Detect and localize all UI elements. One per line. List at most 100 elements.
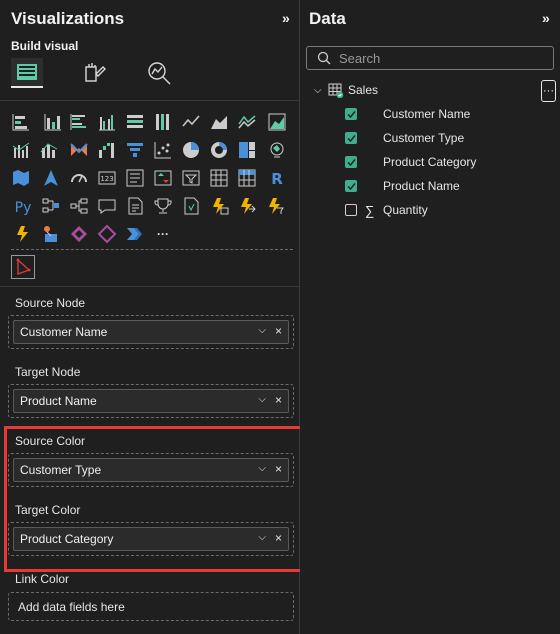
search-icon — [317, 51, 331, 70]
build-visual-label: Build visual — [11, 39, 79, 53]
sigma-icon: ∑ — [365, 202, 375, 218]
remove-field-icon[interactable]: × — [275, 324, 282, 338]
field-label: Quantity — [383, 203, 428, 217]
pie-chart-icon[interactable] — [179, 138, 203, 162]
field-checkbox[interactable] — [345, 204, 357, 216]
arcgis-map-icon[interactable] — [39, 222, 63, 246]
qa-visual-icon[interactable] — [95, 194, 119, 218]
collapse-data-button[interactable]: » — [542, 10, 550, 26]
clustered-bar-chart-icon[interactable] — [67, 110, 91, 134]
target-node-well[interactable]: Product Name ⌵ × — [8, 384, 294, 418]
decomposition-tree-icon[interactable] — [67, 194, 91, 218]
funnel-chart-icon[interactable] — [123, 138, 147, 162]
slicer-icon[interactable] — [179, 166, 203, 190]
chevron-down-icon[interactable]: ⌵ — [258, 325, 266, 336]
power-automate-icon[interactable] — [235, 194, 259, 218]
analytics-icon[interactable] — [143, 58, 175, 88]
power-automate-flow-icon[interactable] — [123, 222, 147, 246]
stacked-column-chart-icon[interactable] — [41, 110, 65, 134]
card-icon[interactable]: 123 — [95, 166, 119, 190]
table-more-options-button[interactable]: ··· — [541, 80, 556, 102]
filled-map-icon[interactable] — [9, 166, 33, 190]
line-chart-icon[interactable] — [179, 110, 203, 134]
power-apps-icon[interactable] — [207, 194, 231, 218]
ribbon-chart-icon[interactable] — [67, 138, 91, 162]
field-label: Product Name — [383, 179, 460, 193]
field-checkbox[interactable] — [345, 180, 357, 192]
treemap-icon[interactable] — [235, 138, 259, 162]
smart-narrative-icon[interactable] — [123, 194, 147, 218]
field-row[interactable]: Product Category — [345, 152, 476, 172]
multi-row-card-icon[interactable] — [123, 166, 147, 190]
field-row[interactable]: Customer Name — [345, 104, 470, 124]
scatter-chart-icon[interactable] — [151, 138, 175, 162]
source-node-well[interactable]: Customer Name ⌵ × — [8, 315, 294, 349]
field-label: Customer Type — [383, 131, 465, 145]
field-checkbox[interactable] — [345, 108, 357, 120]
chevron-down-icon[interactable]: ⌵ — [258, 532, 266, 543]
kpi-icon[interactable] — [151, 166, 175, 190]
field-row[interactable]: Product Name — [345, 176, 460, 196]
table-name: Sales — [348, 83, 379, 97]
gauge-icon[interactable] — [67, 166, 91, 190]
target-color-well[interactable]: Product Category ⌵ × — [8, 522, 294, 556]
line-stacked-column-icon[interactable] — [37, 138, 61, 162]
goals-icon[interactable] — [151, 194, 175, 218]
100-percent-column-chart-icon[interactable] — [151, 110, 175, 134]
azure-map-icon[interactable] — [39, 166, 63, 190]
visualizations-pane: Visualizations » Build visual 123 R Py ·… — [0, 0, 303, 634]
search-input[interactable]: Search — [306, 46, 554, 70]
more-visuals-label: ··· — [157, 227, 169, 241]
remove-field-icon[interactable]: × — [275, 462, 282, 476]
build-visual-icon[interactable] — [11, 58, 43, 88]
area-chart-icon[interactable] — [207, 110, 231, 134]
chevron-down-icon[interactable]: ⌵ — [258, 463, 266, 474]
table-node-sales[interactable]: ⌵ Sales — [314, 80, 378, 100]
target-node-field-chip[interactable]: Product Name ⌵ × — [13, 389, 289, 413]
power-apps-visual-icon[interactable] — [67, 222, 91, 246]
waterfall-chart-icon[interactable] — [95, 138, 119, 162]
remove-field-icon[interactable]: × — [275, 393, 282, 407]
svg-text:123: 123 — [100, 175, 113, 183]
line-area-chart-icon[interactable] — [265, 110, 289, 134]
r-script-visual-icon[interactable]: R — [265, 166, 289, 190]
more-visuals-button[interactable]: ··· — [151, 222, 175, 246]
stacked-bar-chart-icon[interactable] — [9, 110, 33, 134]
chip-label: Product Name — [20, 394, 97, 408]
azure-ml-icon[interactable] — [263, 194, 287, 218]
clustered-column-chart-icon[interactable] — [95, 110, 119, 134]
collapse-visualizations-button[interactable]: » — [282, 10, 290, 26]
sankey-chart-icon[interactable] — [11, 255, 35, 279]
table-icon[interactable] — [207, 166, 231, 190]
chevron-down-icon[interactable]: ⌵ — [314, 85, 328, 96]
matrix-icon[interactable] — [235, 166, 259, 190]
remove-field-icon[interactable]: × — [275, 531, 282, 545]
well-label-link-color: Link Color — [15, 572, 70, 586]
map-icon[interactable] — [265, 138, 289, 162]
data-pane: Data » Search ⌵ Sales ··· Customer Name … — [300, 0, 560, 634]
python-visual-icon[interactable]: Py — [11, 194, 35, 218]
source-color-well[interactable]: Customer Type ⌵ × — [8, 453, 294, 487]
diamond-visual-icon[interactable] — [95, 222, 119, 246]
well-label-source-node: Source Node — [15, 296, 86, 310]
format-visual-icon[interactable] — [78, 58, 110, 88]
key-influencers-icon[interactable] — [39, 194, 63, 218]
chip-label: Customer Name — [20, 325, 108, 339]
field-checkbox[interactable] — [345, 132, 357, 144]
line-clustered-column-icon[interactable] — [9, 138, 33, 162]
power-bi-visual-icon[interactable] — [11, 222, 35, 246]
field-checkbox[interactable] — [345, 156, 357, 168]
chevron-down-icon[interactable]: ⌵ — [258, 394, 266, 405]
field-row[interactable]: ∑ Quantity — [345, 200, 428, 220]
well-label-target-color: Target Color — [15, 503, 81, 517]
donut-chart-icon[interactable] — [207, 138, 231, 162]
source-color-field-chip[interactable]: Customer Type ⌵ × — [13, 458, 289, 482]
stacked-area-chart-icon[interactable] — [235, 110, 259, 134]
field-row[interactable]: Customer Type — [345, 128, 464, 148]
source-node-field-chip[interactable]: Customer Name ⌵ × — [13, 320, 289, 344]
100-percent-bar-chart-icon[interactable] — [123, 110, 147, 134]
link-color-well[interactable]: Add data fields here — [8, 592, 294, 621]
paginated-report-icon[interactable] — [179, 194, 203, 218]
visualizations-title: Visualizations — [11, 9, 125, 28]
target-color-field-chip[interactable]: Product Category ⌵ × — [13, 527, 289, 551]
